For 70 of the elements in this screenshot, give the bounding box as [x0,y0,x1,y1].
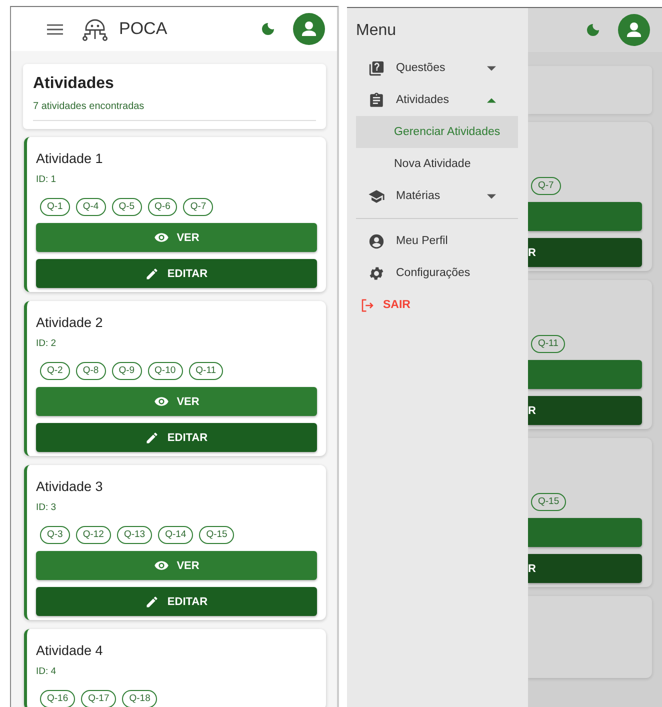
view-button[interactable]: VER [36,223,317,252]
edit-button[interactable]: R [528,396,642,425]
avatar-icon[interactable] [618,14,650,46]
submenu-item[interactable]: Gerenciar Atividades [356,116,518,148]
moon-icon[interactable] [260,21,276,37]
menu-label: Atividades [396,94,450,106]
menu-item[interactable]: Configurações [356,257,518,289]
moon-icon[interactable] [585,22,601,38]
menu-item[interactable]: Atividades [356,84,518,116]
menu-item[interactable]: Questões [356,52,518,84]
page-title: Atividades [33,75,115,93]
edit-button[interactable]: EDITAR [36,587,317,616]
question-chip[interactable]: Q-5 [112,198,142,216]
menu-item[interactable]: Meu Perfil [356,225,518,257]
menu-icon[interactable] [47,24,63,34]
activity-id: ID: 1 [36,174,58,185]
question-chip[interactable]: Q-1 [40,198,70,216]
activity-id: ID: 2 [36,338,58,349]
avatar-icon[interactable] [293,13,325,45]
pencil-icon [145,266,160,280]
logout-icon [360,298,375,312]
menu-title: Menu [356,22,398,40]
app-title: POCA [119,19,168,39]
eye-icon [154,394,169,409]
question-chip[interactable]: Q-13 [116,526,152,544]
activity-title: Atividade 3 [36,479,104,494]
question-chip[interactable]: Q-8 [76,362,106,380]
pencil-icon [145,594,160,608]
question-chip[interactable]: Q-10 [148,362,183,380]
clipboard-icon [368,92,385,108]
view-button[interactable]: VER [36,551,317,580]
question-chip[interactable]: Q-15 [531,493,566,511]
graduation-cap-icon [368,188,385,204]
question-chip[interactable]: Q-17 [81,690,116,707]
activity-id: ID: 3 [36,502,58,513]
question-chip[interactable]: Q-11 [188,362,224,380]
submenu-item[interactable]: Nova Atividade [356,148,518,180]
question-chip[interactable]: Q-11 [531,335,566,353]
menu-item[interactable]: Matérias [356,180,518,212]
activity-title: Atividade 2 [36,315,104,330]
question-chip[interactable]: Q-4 [76,198,106,216]
edit-button[interactable]: R [528,554,642,583]
eye-icon [154,558,169,573]
menu-label: Meu Perfil [396,235,449,247]
edit-button[interactable]: EDITAR [36,423,317,452]
edit-button[interactable]: EDITAR [36,259,317,288]
question-chip[interactable]: Q-3 [40,526,70,544]
question-chip[interactable]: Q-15 [199,526,234,544]
question-chip[interactable]: Q-7 [183,198,214,216]
activity-title: Atividade 4 [36,643,104,658]
question-chip[interactable]: Q-7 [531,177,561,195]
question-chip[interactable]: Q-18 [122,690,158,707]
eye-icon [154,230,169,245]
question-chip[interactable]: Q-9 [112,362,142,380]
menu-label: Questões [396,62,446,74]
view-button[interactable]: VER [36,387,317,416]
question-chip[interactable]: Q-6 [148,198,178,216]
pencil-icon [145,430,160,444]
question-chip[interactable]: Q-2 [40,362,70,380]
edit-button[interactable]: R [528,238,642,267]
question-chip[interactable]: Q-14 [158,526,194,544]
question-chip[interactable]: Q-16 [40,690,76,707]
question-chip[interactable]: Q-12 [76,526,111,544]
menu-label: Configurações [396,267,472,279]
activity-id: ID: 4 [36,666,58,677]
menu-label: Matérias [396,190,442,202]
question-book-icon [368,60,385,76]
activity-title: Atividade 1 [36,151,104,166]
settings-icon [368,264,385,282]
result-count: 7 atividades encontradas [33,101,316,121]
